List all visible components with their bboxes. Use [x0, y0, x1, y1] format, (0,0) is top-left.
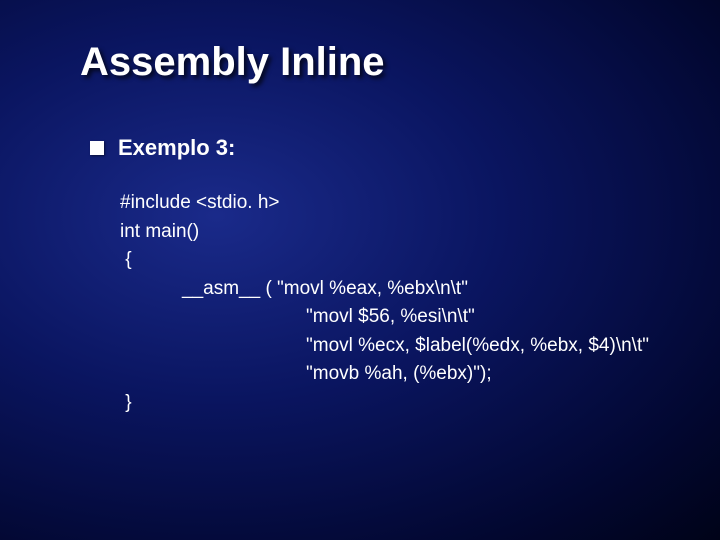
slide-content: Exemplo 3: #include <stdio. h> int main(…	[80, 135, 660, 417]
code-block: #include <stdio. h> int main() { __asm__…	[90, 189, 660, 417]
bullet-icon	[90, 141, 104, 155]
code-line: "movl %ecx, $label(%edx, %ebx, $4)\n\t"	[120, 332, 660, 361]
slide: Assembly Inline Exemplo 3: #include <std…	[0, 0, 720, 457]
code-line: {	[120, 246, 660, 275]
code-line: }	[120, 389, 660, 418]
code-line: __asm__ ( "movl %eax, %ebx\n\t"	[120, 275, 660, 304]
code-line: "movb %ah, (%ebx)");	[120, 360, 660, 389]
code-line: "movl $56, %esi\n\t"	[120, 303, 660, 332]
code-line: #include <stdio. h>	[120, 189, 660, 218]
code-line: int main()	[120, 218, 660, 247]
example-heading: Exemplo 3:	[90, 135, 660, 161]
slide-title: Assembly Inline	[80, 40, 660, 85]
example-label-text: Exemplo 3:	[118, 135, 235, 161]
